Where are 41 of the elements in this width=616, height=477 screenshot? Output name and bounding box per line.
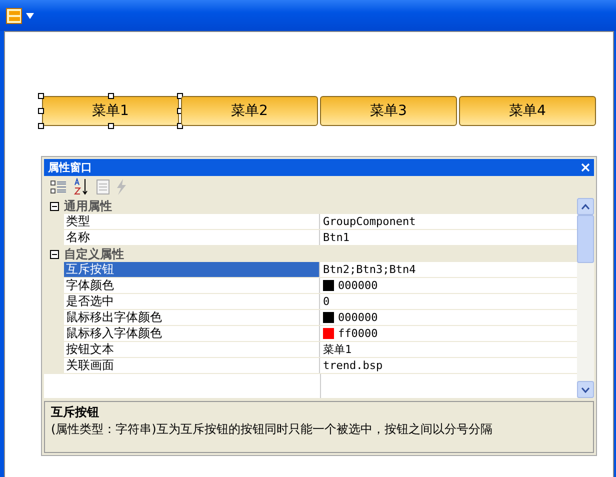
- property-value[interactable]: 000000: [338, 279, 378, 292]
- resize-handle[interactable]: [177, 93, 183, 99]
- resize-handle[interactable]: [38, 108, 44, 114]
- property-name[interactable]: 鼠标移出字体颜色: [64, 310, 320, 325]
- menu-button[interactable]: 菜单1: [42, 96, 179, 126]
- scroll-up-button[interactable]: [577, 198, 594, 215]
- dropdown-arrow-icon[interactable]: [26, 12, 34, 18]
- description-text: (属性类型：字符串)互为互斥按钮的按钮同时只能一个被选中，按钮之间以分号分隔: [51, 421, 494, 438]
- property-value[interactable]: 0: [323, 295, 330, 308]
- property-name[interactable]: 字体颜色: [64, 278, 320, 293]
- property-value[interactable]: 000000: [338, 311, 378, 324]
- menu-button[interactable]: 菜单4: [459, 96, 596, 126]
- property-name[interactable]: 互斥按钮: [64, 262, 320, 277]
- caret-down-icon: [581, 386, 590, 392]
- property-name[interactable]: 名称: [64, 230, 320, 245]
- panel-title: 属性窗口: [48, 160, 92, 175]
- property-value[interactable]: Btn1: [323, 231, 350, 244]
- property-name[interactable]: 是否选中: [64, 294, 320, 309]
- menu-button[interactable]: 菜单3: [320, 96, 457, 126]
- property-name[interactable]: 鼠标移入字体颜色: [64, 326, 320, 341]
- resize-handle[interactable]: [38, 123, 44, 129]
- description-title: 互斥按钮: [51, 404, 100, 421]
- scroll-thumb[interactable]: [577, 215, 594, 263]
- resize-handle[interactable]: [108, 93, 114, 99]
- category-label: 通用属性: [64, 198, 112, 214]
- resize-handle[interactable]: [177, 123, 183, 129]
- categorized-icon[interactable]: [50, 179, 68, 195]
- property-name[interactable]: 按钮文本: [64, 342, 320, 357]
- menu-button[interactable]: 菜单2: [181, 96, 318, 126]
- resize-handle[interactable]: [38, 93, 44, 99]
- scroll-down-button[interactable]: [577, 381, 594, 398]
- close-icon[interactable]: [581, 163, 590, 172]
- resize-handle[interactable]: [108, 123, 114, 129]
- property-value[interactable]: 菜单1: [323, 342, 352, 357]
- category-label: 自定义属性: [64, 246, 124, 262]
- caret-up-icon: [581, 204, 590, 210]
- window-icon[interactable]: [6, 8, 22, 24]
- property-value[interactable]: ff0000: [338, 327, 378, 340]
- vertical-scrollbar[interactable]: [577, 198, 594, 398]
- property-name[interactable]: 类型: [64, 214, 320, 229]
- property-name[interactable]: 关联画面: [64, 358, 320, 373]
